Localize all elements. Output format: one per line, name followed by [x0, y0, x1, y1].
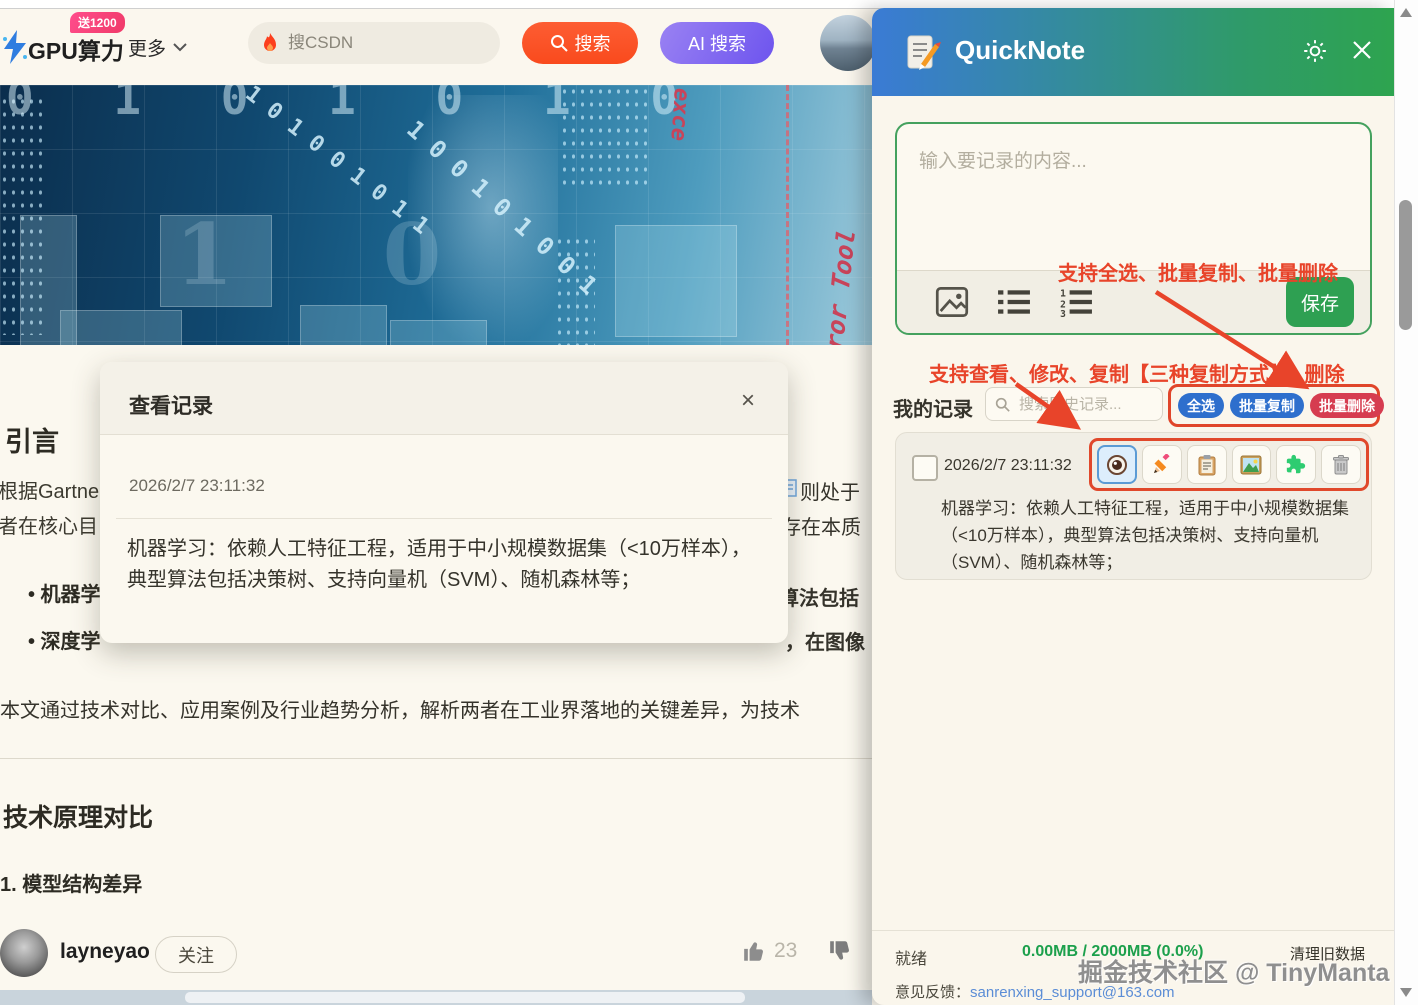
- search-icon: [995, 397, 1010, 412]
- author-name[interactable]: layneyao: [60, 940, 150, 964]
- delete-record-button[interactable]: [1321, 445, 1361, 484]
- search-button-label: 搜索: [575, 30, 611, 56]
- article-divider: [0, 758, 872, 759]
- bolt-logo-icon: [2, 30, 28, 64]
- annotation-arrow-short: [1010, 380, 1090, 435]
- user-avatar[interactable]: [820, 15, 876, 71]
- article-side-fragment: 则处于: [800, 476, 860, 505]
- numbered-list-icon[interactable]: 123: [1059, 286, 1093, 318]
- record-text: 机器学习：依赖人工特征工程，适用于中小规模数据集（<10万样本），典型算法包括决…: [941, 495, 1359, 576]
- article-paragraph-fragment: 者在核心目: [0, 510, 98, 539]
- logo-text[interactable]: GPU算力: [28, 32, 124, 66]
- ai-search-label: AI 搜索: [688, 30, 746, 56]
- horizontal-scrollbar[interactable]: [0, 990, 872, 1005]
- view-record-button[interactable]: [1097, 445, 1137, 484]
- ai-search-button[interactable]: AI 搜索: [660, 22, 774, 64]
- status-text: 就绪: [895, 945, 927, 969]
- picture-icon: [1240, 455, 1262, 475]
- select-all-button[interactable]: 全选: [1178, 393, 1224, 418]
- thumbs-down-icon: [828, 938, 854, 964]
- hero-faint-digits: 1 0: [175, 205, 501, 304]
- csdn-search-input[interactable]: [286, 32, 460, 54]
- article-section-heading: 技术原理对比: [3, 798, 153, 834]
- article-paragraph-fragment: 根据Gartne: [0, 475, 99, 504]
- gear-icon[interactable]: [1302, 38, 1328, 64]
- dislike-button[interactable]: [828, 938, 854, 969]
- more-menu[interactable]: 更多: [128, 34, 187, 61]
- annotation-batch-actions: 支持全选、批量复制、批量删除: [1058, 257, 1338, 286]
- chevron-down-icon: [173, 43, 187, 52]
- svg-text:3: 3: [1060, 309, 1066, 318]
- article-summary-paragraph: 本文通过技术对比、应用案例及行业趋势分析，解析两者在工业界落地的关键差异，为技术: [0, 694, 880, 723]
- flame-icon: [262, 33, 278, 53]
- more-label: 更多: [128, 34, 166, 61]
- panel-close-icon[interactable]: [1350, 38, 1374, 62]
- annotation-arrow-down: [1150, 286, 1320, 396]
- edit-record-button[interactable]: [1142, 445, 1182, 484]
- hero-banner-image: 0 1 0 1 0 1 0 1 0 0 1 0 1 0 0 1 0 1 1 1 …: [0, 85, 872, 345]
- clipboard-icon: [1197, 454, 1217, 476]
- note-input[interactable]: [897, 124, 1370, 272]
- hero-red-dotted-line: [786, 85, 789, 345]
- eye-icon: [1106, 454, 1128, 476]
- search-icon: [550, 34, 568, 52]
- bullet-list-icon[interactable]: [997, 286, 1031, 318]
- batch-delete-button[interactable]: 批量删除: [1310, 393, 1384, 418]
- article-side-fragment: ，在图像: [785, 626, 865, 655]
- quicknote-logo-icon: [905, 34, 941, 72]
- search-button[interactable]: 搜索: [522, 22, 638, 64]
- csdn-search-box[interactable]: [248, 22, 500, 64]
- article-side-fragment: 存在本质: [781, 511, 861, 540]
- record-actions-highlight-group: [1089, 438, 1369, 491]
- article-intro-heading: 引言: [5, 420, 59, 459]
- thumbs-up-icon: [742, 938, 768, 964]
- article-bullet-fragment: • 机器学: [28, 578, 101, 607]
- promo-badge: 送1200: [70, 12, 125, 33]
- vertical-scrollbar[interactable]: [1394, 0, 1418, 1005]
- article-side-fragment: 算法包括: [779, 582, 859, 611]
- pencil-icon: [1151, 454, 1173, 476]
- feedback-label-text: 意见反馈：: [895, 984, 970, 1001]
- like-button[interactable]: 23: [742, 938, 797, 964]
- hero-red-code-text: exce: [665, 87, 694, 142]
- hero-big-digits: 0 1 0 1 0 1 0: [6, 85, 704, 125]
- modal-header: 查看记录 ×: [100, 362, 788, 435]
- copy-record-button[interactable]: [1187, 445, 1227, 484]
- modal-record-content: 机器学习：依赖人工特征工程，适用于中小规模数据集（<10万样本）， 典型算法包括…: [127, 534, 755, 596]
- hero-square: [300, 305, 387, 345]
- quicknote-panel: QuickNote: [872, 8, 1395, 1005]
- article-subsection-heading: 1. 模型结构差异: [0, 868, 142, 897]
- page: GPU算力 送1200 更多 搜索 AI 搜索: [0, 0, 1418, 1005]
- scrollbar-thumb[interactable]: [1399, 200, 1412, 330]
- record-item: 2026/2/7 23:11:32: [895, 432, 1372, 580]
- horizontal-scrollbar-thumb[interactable]: [185, 992, 745, 1003]
- modal-divider: [116, 518, 772, 519]
- modal-title: 查看记录: [129, 390, 213, 420]
- watermark: 掘金技术社区 @ TinyManta: [1078, 953, 1389, 989]
- copy-as-image-button[interactable]: [1232, 445, 1272, 484]
- batch-copy-button[interactable]: 批量复制: [1230, 393, 1304, 418]
- modal-close-icon[interactable]: ×: [736, 390, 760, 414]
- scrollbar-up-arrow[interactable]: [1400, 8, 1412, 17]
- hero-square: [60, 310, 182, 345]
- author-avatar[interactable]: [0, 929, 48, 977]
- article-bullet-fragment: • 深度学: [28, 625, 101, 654]
- copy-as-extension-button[interactable]: [1276, 445, 1316, 484]
- scrollbar-down-arrow[interactable]: [1400, 988, 1412, 997]
- follow-button[interactable]: 关注: [155, 936, 237, 973]
- like-count: 23: [774, 939, 797, 963]
- record-date: 2026/2/7 23:11:32: [944, 457, 1072, 475]
- quicknote-title: QuickNote: [955, 35, 1085, 66]
- quicknote-header: QuickNote: [872, 8, 1395, 96]
- trash-icon: [1331, 454, 1351, 476]
- hero-square: [615, 225, 737, 337]
- record-checkbox[interactable]: [912, 455, 938, 481]
- modal-record-date: 2026/2/7 23:11:32: [129, 476, 265, 496]
- hero-dot-matrix: [0, 95, 46, 335]
- view-record-modal: 查看记录 × 2026/2/7 23:11:32 机器学习：依赖人工特征工程，适…: [100, 362, 788, 643]
- insert-image-icon[interactable]: [935, 286, 969, 318]
- puzzle-icon: [1285, 454, 1307, 476]
- my-records-title: 我的记录: [893, 393, 973, 422]
- svg-text:1: 1: [1060, 289, 1066, 300]
